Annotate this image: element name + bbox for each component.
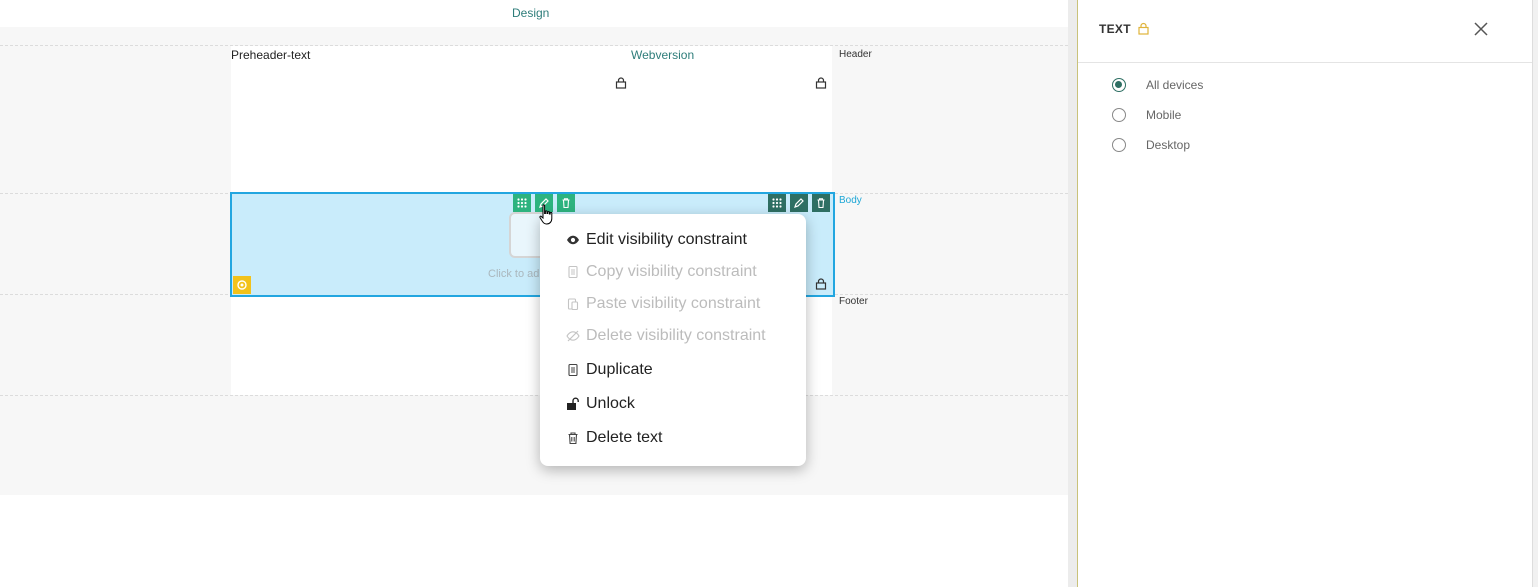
copy-icon [566, 363, 580, 377]
trash-icon[interactable] [557, 194, 575, 212]
radio-desktop[interactable] [1112, 138, 1126, 152]
menu-item-paste-visibility[interactable]: Paste visibility constraint [566, 293, 760, 315]
option-label: Mobile [1146, 108, 1182, 122]
close-icon[interactable] [1473, 21, 1489, 37]
edit-pencil-icon[interactable] [790, 194, 808, 212]
option-label: Desktop [1146, 138, 1191, 152]
design-tab-bar: Design [0, 0, 1068, 27]
menu-item-delete-text[interactable]: Delete text [566, 427, 662, 449]
block-placeholder-text: Click to ad [488, 268, 540, 280]
visibility-settings-icon[interactable] [233, 276, 251, 294]
drag-handle-icon[interactable] [513, 194, 531, 212]
panel-title: TEXT [1099, 22, 1131, 36]
menu-item-unlock[interactable]: Unlock [566, 393, 635, 415]
body-section-label: Body [839, 195, 862, 206]
trash-icon [566, 431, 580, 445]
paste-icon [566, 297, 580, 311]
copy-icon [566, 265, 580, 279]
unlock-icon [566, 397, 580, 411]
lock-icon[interactable] [815, 278, 827, 290]
menu-item-duplicate[interactable]: Duplicate [566, 359, 653, 381]
option-all-devices[interactable]: All devices [1112, 78, 1203, 92]
eye-icon [566, 233, 580, 247]
trash-icon[interactable] [812, 194, 830, 212]
radio-all-devices[interactable] [1112, 78, 1126, 92]
eye-slash-icon [566, 329, 580, 343]
properties-panel: TEXT All devices Mobile Desktop [1078, 0, 1538, 587]
option-desktop[interactable]: Desktop [1112, 138, 1190, 152]
webversion-link[interactable]: Webversion [631, 48, 694, 62]
header-section-label: Header [839, 49, 872, 60]
lock-icon[interactable] [615, 77, 627, 89]
radio-mobile[interactable] [1112, 108, 1126, 122]
option-label: All devices [1146, 78, 1204, 92]
hand-cursor-icon [539, 204, 553, 225]
menu-item-delete-visibility[interactable]: Delete visibility constraint [566, 325, 766, 347]
lock-icon[interactable] [815, 77, 827, 89]
block-context-menu: Edit visibility constraint Copy visibili… [540, 214, 806, 466]
section-guide [0, 395, 1068, 396]
panel-divider [1078, 62, 1538, 63]
menu-item-copy-visibility[interactable]: Copy visibility constraint [566, 261, 757, 283]
lock-icon[interactable] [1137, 22, 1150, 35]
email-canvas: Design Preheader-text Webversion Header … [0, 0, 1068, 587]
window-scrollbar[interactable] [1532, 0, 1538, 587]
footer-section-label: Footer [839, 296, 868, 307]
drag-handle-icon[interactable] [768, 194, 786, 212]
option-mobile[interactable]: Mobile [1112, 108, 1181, 122]
header-section[interactable] [231, 46, 832, 193]
preheader-text[interactable]: Preheader-text [231, 48, 310, 62]
menu-item-edit-visibility[interactable]: Edit visibility constraint [566, 229, 747, 251]
design-tab[interactable]: Design [512, 6, 549, 20]
panel-resize-handle[interactable] [1068, 0, 1078, 587]
